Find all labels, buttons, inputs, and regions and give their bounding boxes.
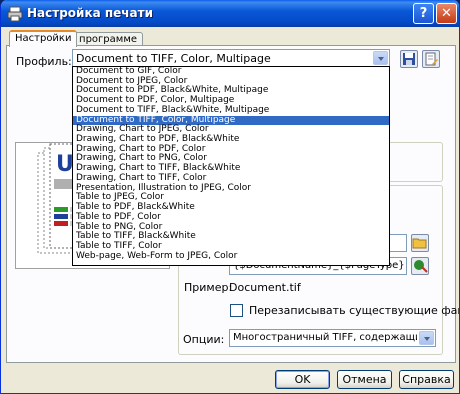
floppy-disk-icon [403, 53, 415, 65]
help-button[interactable]: Справка [399, 370, 454, 389]
window-title: Настройка печати [27, 6, 153, 20]
tab-settings[interactable]: Настройки [9, 30, 78, 47]
options-label: Опции: [183, 333, 225, 346]
save-profile-button[interactable] [400, 50, 418, 68]
title-bar[interactable]: Настройка печати ? ✕ [1, 0, 459, 27]
profile-option[interactable]: Web-page, Web-Form to JPEG, Color [73, 251, 389, 262]
profile-label: Профиль: [16, 55, 72, 68]
chevron-down-icon[interactable] [419, 331, 434, 345]
question-icon: ? [419, 6, 428, 21]
print-settings-window: Настройка печати ? ✕ Настройки О програм… [0, 0, 460, 394]
browse-folder-button[interactable] [411, 234, 429, 252]
profile-dropdown-list: Document to GIF, Color Document to JPEG, … [72, 66, 390, 266]
folder-icon [412, 238, 427, 249]
ok-button[interactable]: OK [275, 370, 330, 389]
example-value: Document.tif [229, 281, 301, 294]
insert-macro-button[interactable] [411, 257, 429, 275]
close-icon: ✕ [441, 6, 452, 21]
chevron-down-icon[interactable] [373, 51, 388, 65]
profile-select-value: Document to TIFF, Color, Multipage [76, 52, 271, 65]
options-select-value: Многостраничный TIFF, содержащий все стр… [233, 332, 417, 343]
overwrite-label: Перезаписывать существующие файлы [249, 304, 460, 317]
example-label: Пример: [184, 281, 233, 294]
help-title-button[interactable]: ? [413, 3, 434, 24]
macro-icon [414, 260, 428, 273]
options-select[interactable]: Многостраничный TIFF, содержащий все стр… [229, 329, 436, 347]
profile-select[interactable]: Document to TIFF, Color, Multipage [72, 49, 390, 67]
close-button[interactable]: ✕ [436, 3, 457, 24]
edit-profile-button[interactable] [422, 50, 440, 68]
printer-icon [7, 6, 23, 22]
overwrite-checkbox[interactable] [230, 304, 243, 317]
document-edit-icon [425, 52, 438, 66]
cancel-button[interactable]: Отмена [337, 370, 392, 389]
